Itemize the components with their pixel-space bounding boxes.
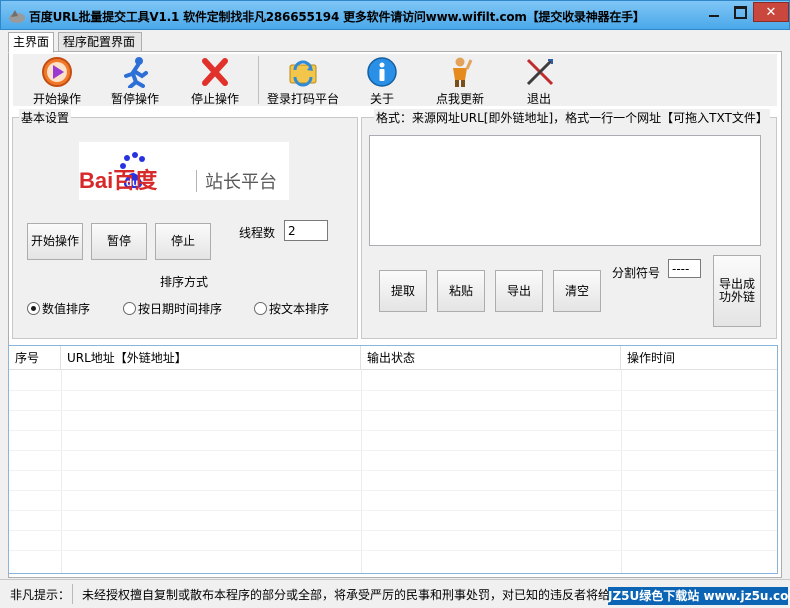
export-button[interactable]: 导出 [495, 270, 543, 312]
grid-row-line [9, 390, 777, 391]
url-textarea[interactable] [369, 135, 761, 246]
baidu-logo-sub: 站长平台 [205, 172, 277, 193]
sort-radio-number[interactable]: 数值排序 [27, 300, 90, 317]
tab-config[interactable]: 程序配置界面 [58, 32, 142, 52]
stop-tool-label: 停止操作 [190, 92, 239, 106]
close-button[interactable] [753, 2, 789, 22]
baidu-logo-brand: Bai百度 [79, 168, 158, 193]
person-icon [453, 57, 473, 87]
maximize-button[interactable] [727, 2, 753, 22]
grid-row-line [9, 510, 777, 511]
baidu-logo-du: du [126, 178, 138, 189]
separator-input[interactable] [668, 259, 701, 278]
red-x-icon [202, 58, 228, 86]
watermark-badge: JZ5U绿色下载站 www.jz5u.com [608, 587, 790, 605]
stop-button[interactable]: 停止 [155, 223, 211, 260]
start-tool-button[interactable]: 开始操作 [31, 56, 83, 107]
radio-dot [123, 302, 136, 315]
threads-input[interactable] [284, 220, 328, 241]
app-icon [9, 10, 25, 23]
export-success-links-button[interactable]: 导出成功外链 [713, 255, 761, 327]
separator-label: 分割符号 [612, 266, 661, 280]
play-icon [42, 57, 72, 87]
stop-tool-button[interactable]: 停止操作 [189, 56, 241, 107]
grid-column-divider [361, 370, 362, 573]
threads-label: 线程数 [239, 226, 276, 240]
grid-column-divider [61, 370, 62, 573]
window-title: 百度URL批量提交工具V1.1 软件定制找非凡286655194 更多软件请访问… [29, 10, 645, 24]
update-tool-label: 点我更新 [435, 92, 484, 106]
sort-option-label: 按日期时间排序 [138, 302, 223, 316]
results-grid[interactable]: 序号 URL地址【外链地址】 输出状态 操作时间 [8, 345, 778, 574]
toolbar: 开始操作 暂停操作 停止操作 登录打码平台 关于 点我更新 退出 [13, 54, 777, 106]
start-tool-label: 开始操作 [32, 92, 81, 106]
status-separator [72, 584, 73, 604]
login-tool-button[interactable]: 登录打码平台 [265, 56, 341, 107]
grid-row-line [9, 430, 777, 431]
grid-header-index[interactable]: 序号 [9, 346, 61, 370]
grid-row-line [9, 530, 777, 531]
grid-row-line [9, 550, 777, 551]
grid-row-line [9, 410, 777, 411]
pause-tool-label: 暂停操作 [110, 92, 159, 106]
about-tool-label: 关于 [369, 92, 394, 106]
baidu-logo: Bai百度 du 站长平台 [79, 142, 289, 200]
radio-dot [254, 302, 267, 315]
extract-button[interactable]: 提取 [379, 270, 427, 312]
pause-tool-button[interactable]: 暂停操作 [109, 56, 161, 107]
update-tool-button[interactable]: 点我更新 [433, 56, 487, 107]
clear-button[interactable]: 清空 [553, 270, 601, 312]
source-urls-title: 格式：来源网址URL[即外链地址]，格式一行一个网址【可拖入TXT文件】 [374, 109, 770, 126]
sort-label: 排序方式 [160, 275, 209, 289]
grid-column-divider [621, 370, 622, 573]
sort-radio-datetime[interactable]: 按日期时间排序 [123, 300, 222, 317]
exit-icon [526, 58, 554, 86]
paste-button[interactable]: 粘贴 [437, 270, 485, 312]
about-tool-button[interactable]: 关于 [365, 56, 399, 107]
pause-button[interactable]: 暂停 [91, 223, 147, 260]
tab-main[interactable]: 主界面 [8, 32, 54, 53]
grid-header-status[interactable]: 输出状态 [361, 346, 621, 370]
title-bar: 百度URL批量提交工具V1.1 软件定制找非凡286655194 更多软件请访问… [0, 0, 790, 30]
grid-header-url[interactable]: URL地址【外链地址】 [61, 346, 361, 370]
radio-dot-selected [27, 302, 40, 315]
info-icon [367, 57, 397, 87]
basic-settings-title: 基本设置 [19, 109, 72, 126]
grid-row-line [9, 470, 777, 471]
sort-radio-text[interactable]: 按文本排序 [254, 300, 329, 317]
grid-row-line [9, 450, 777, 451]
exit-tool-label: 退出 [526, 92, 551, 106]
start-button[interactable]: 开始操作 [27, 223, 83, 260]
toolbar-separator [258, 56, 259, 104]
exit-tool-button[interactable]: 退出 [523, 56, 555, 107]
status-label: 非凡提示： [10, 588, 71, 602]
sort-option-label: 数值排序 [42, 302, 91, 316]
running-man-icon [124, 57, 148, 88]
minimize-button[interactable] [701, 2, 727, 22]
refresh-folder-icon [289, 60, 317, 87]
sort-option-label: 按文本排序 [269, 302, 330, 316]
login-tool-label: 登录打码平台 [266, 92, 339, 106]
grid-row-line [9, 490, 777, 491]
grid-header-time[interactable]: 操作时间 [621, 346, 777, 370]
